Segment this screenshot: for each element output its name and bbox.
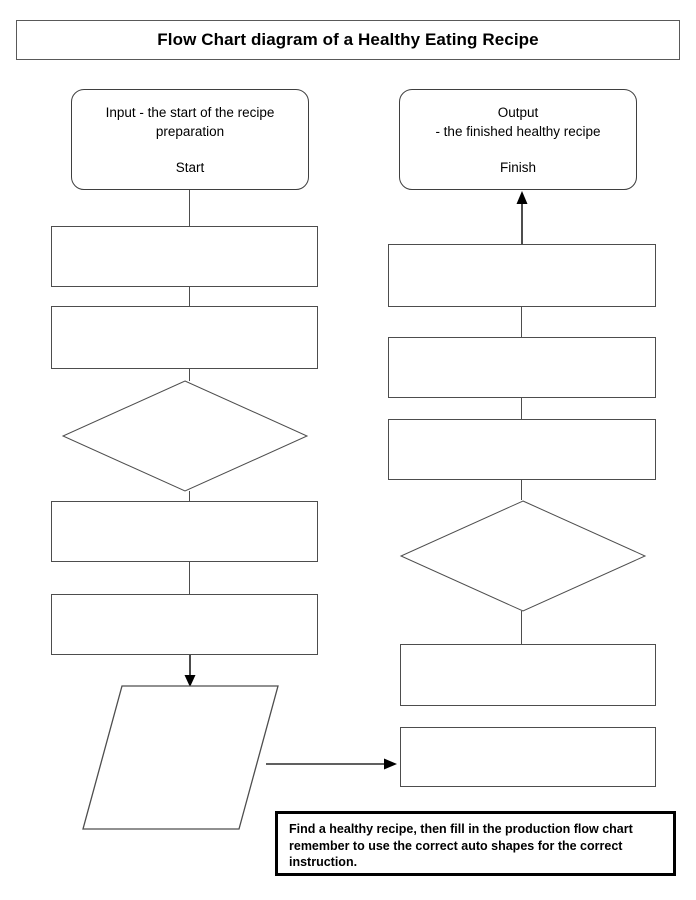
- start-terminator-keyword: Start: [175, 160, 205, 175]
- instruction-note-text: Find a healthy recipe, then fill in the …: [289, 822, 633, 869]
- left-process-box-1[interactable]: [51, 226, 318, 287]
- page-title: Flow Chart diagram of a Healthy Eating R…: [157, 30, 539, 49]
- left-decision-diamond[interactable]: [61, 380, 309, 492]
- connector-left-step3-to-step4: [189, 562, 190, 595]
- finish-terminator-description: Output - the finished healthy recipe: [435, 105, 601, 139]
- left-process-box-3[interactable]: [51, 501, 318, 562]
- right-decision-diamond[interactable]: [399, 500, 647, 612]
- right-process-box-5[interactable]: [400, 644, 656, 706]
- instruction-note-box: Find a healthy recipe, then fill in the …: [275, 811, 676, 876]
- arrow-data-to-right-process-box-6: [266, 758, 397, 770]
- right-process-box-2[interactable]: [388, 337, 656, 398]
- right-process-box-3[interactable]: [388, 419, 656, 480]
- start-terminator[interactable]: Input - the start of the recipe preparat…: [71, 89, 309, 190]
- right-process-box-6[interactable]: [400, 727, 656, 787]
- connector-right-step2-to-step3: [521, 398, 522, 419]
- left-process-box-2[interactable]: [51, 306, 318, 369]
- start-terminator-description: Input - the start of the recipe preparat…: [105, 105, 275, 139]
- connector-right-step3-to-decision: [521, 480, 522, 500]
- connector-right-step1-to-step2: [521, 307, 522, 337]
- connector-left-step1-to-step2: [189, 287, 190, 306]
- right-process-box-1[interactable]: [388, 244, 656, 307]
- finish-terminator-keyword: Finish: [499, 160, 536, 175]
- left-process-box-4[interactable]: [51, 594, 318, 655]
- connector-left-start-to-step1: [189, 190, 190, 226]
- finish-terminator[interactable]: Output - the finished healthy recipe Fin…: [399, 89, 637, 190]
- arrow-right-process-box-1-to-finish: [516, 191, 528, 244]
- left-data-parallelogram[interactable]: [81, 684, 281, 832]
- diagram-title-box: Flow Chart diagram of a Healthy Eating R…: [16, 20, 680, 60]
- connector-right-decision-to-step5: [521, 611, 522, 644]
- flowchart-page: Flow Chart diagram of a Healthy Eating R…: [0, 0, 696, 900]
